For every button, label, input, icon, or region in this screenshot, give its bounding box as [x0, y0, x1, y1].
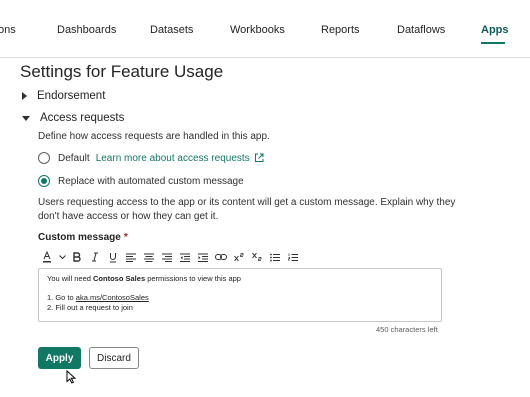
access-requests-description: Define how access requests are handled i…	[38, 131, 270, 142]
message-text: You will need	[47, 274, 94, 283]
discard-button[interactable]: Discard	[89, 347, 139, 369]
italic-icon[interactable]	[86, 249, 104, 265]
bold-icon[interactable]	[68, 249, 86, 265]
custom-message-explanation: Users requesting access to the app or it…	[38, 197, 456, 222]
custom-message-editor[interactable]: You will need Contoso Sales permissions …	[38, 268, 442, 322]
tab-workbooks[interactable]: Workbooks	[230, 24, 285, 36]
radio-default-option[interactable]: Default Learn more about access requests	[38, 152, 264, 164]
numbered-list-icon[interactable]	[284, 249, 302, 265]
top-nav: ons Dashboards Datasets Workbooks Report…	[0, 0, 530, 58]
tab-datasets[interactable]: Datasets	[150, 24, 193, 36]
tab-dataflows[interactable]: Dataflows	[397, 24, 445, 36]
message-link[interactable]: aka.ms/ContosoSales	[76, 293, 149, 302]
endorsement-label: Endorsement	[37, 90, 106, 102]
required-asterisk: *	[123, 232, 128, 243]
external-link-icon[interactable]	[254, 153, 264, 163]
learn-more-link[interactable]: Learn more about access requests	[96, 153, 250, 164]
endorsement-section-toggle[interactable]: Endorsement	[22, 90, 105, 102]
subscript-icon[interactable]	[248, 249, 266, 265]
bullet-list-icon[interactable]	[266, 249, 284, 265]
tab-reports[interactable]: Reports	[321, 24, 360, 36]
message-list: 1. Go to aka.ms/ContosoSales 2. Fill out…	[47, 293, 433, 313]
radio-custom-label: Replace with automated custom message	[58, 175, 244, 187]
message-line-1: You will need Contoso Sales permissions …	[47, 274, 433, 284]
active-tab-indicator	[481, 42, 505, 44]
align-left-icon[interactable]	[122, 249, 140, 265]
radio-custom[interactable]	[38, 175, 50, 187]
list-item-text: 1. Go to	[47, 293, 76, 302]
radio-default[interactable]	[38, 152, 50, 164]
chevron-down-icon[interactable]	[56, 249, 68, 265]
align-center-icon[interactable]	[140, 249, 158, 265]
tab-apps[interactable]: Apps	[481, 24, 509, 36]
access-requests-section-toggle[interactable]: Access requests	[22, 112, 124, 124]
font-color-icon[interactable]	[38, 249, 56, 265]
message-bold-text: Contoso Sales	[93, 274, 146, 283]
custom-message-label: Custom message *	[38, 232, 128, 243]
custom-message-label-text: Custom message	[38, 232, 121, 243]
character-counter: 450 characters left	[376, 325, 438, 334]
link-icon[interactable]	[212, 249, 230, 265]
message-text: permissions to view this app	[145, 274, 241, 283]
radio-default-label: Default	[58, 152, 90, 164]
list-item: 1. Go to aka.ms/ContosoSales	[47, 293, 433, 303]
superscript-icon[interactable]	[230, 249, 248, 265]
chevron-down-icon	[22, 115, 30, 121]
tab-dashboards[interactable]: Dashboards	[57, 24, 116, 36]
align-right-icon[interactable]	[158, 249, 176, 265]
access-requests-label: Access requests	[40, 112, 125, 124]
chevron-right-icon	[22, 92, 27, 100]
indent-icon[interactable]	[194, 249, 212, 265]
rich-text-toolbar	[38, 249, 302, 265]
radio-custom-option[interactable]: Replace with automated custom message	[38, 175, 244, 187]
page-title: Settings for Feature Usage	[20, 62, 224, 81]
outdent-icon[interactable]	[176, 249, 194, 265]
apply-button[interactable]: Apply	[38, 347, 81, 369]
mouse-pointer-icon	[66, 369, 77, 389]
underline-icon[interactable]	[104, 249, 122, 265]
list-item: 2. Fill out a request to join	[47, 303, 133, 312]
tab-applications[interactable]: ons	[0, 24, 16, 36]
